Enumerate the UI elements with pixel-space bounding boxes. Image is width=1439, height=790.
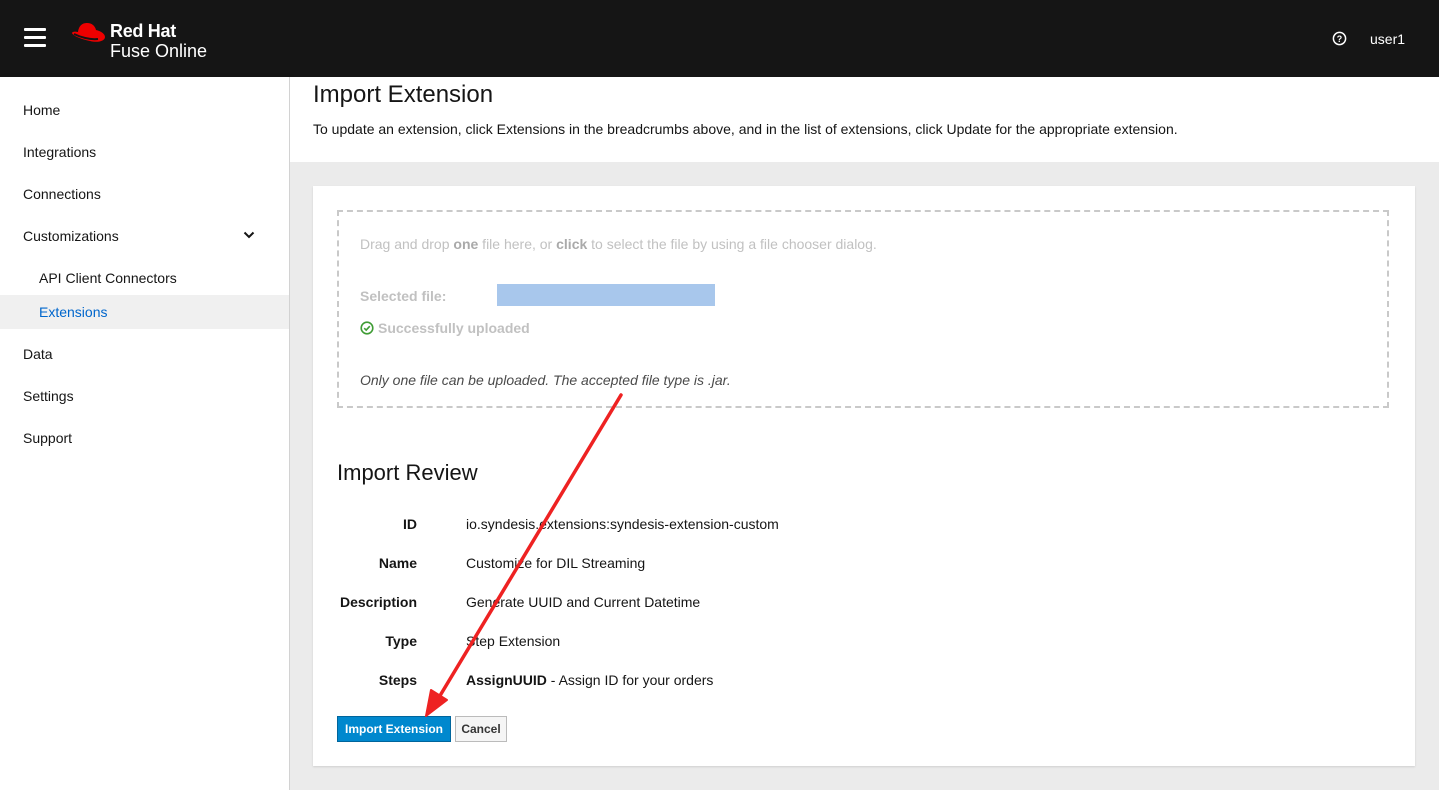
sidebar-item-label: Connections [23,186,101,202]
sidebar-item-label: API Client Connectors [39,270,177,286]
red-hat-fedora-icon [72,23,105,42]
sidebar-item-extensions[interactable]: Extensions [0,295,289,329]
file-type-note: Only one file can be uploaded. The accep… [360,372,731,388]
svg-text:?: ? [1337,34,1342,44]
review-description-label: Description [339,594,417,610]
sidebar-item-label: Support [23,430,73,446]
cancel-button[interactable]: Cancel [455,716,507,742]
product-name: Fuse Online [110,41,208,61]
page-title: Import Extension [313,81,494,108]
review-steps-label: Steps [378,672,417,688]
sidebar-item-settings[interactable]: Settings [0,379,289,413]
sidebar-item-api-client-connectors[interactable]: API Client Connectors [0,261,289,295]
sidebar-item-label: Integrations [23,144,97,160]
page-description: To update an extension, click Extensions… [313,121,1178,137]
import-review-title: Import Review [337,460,478,485]
selected-file-label: Selected file: [360,288,447,304]
step-name: AssignUUID [466,672,547,688]
review-name-value: Customize for DIL Streaming [466,555,646,571]
review-id-value: io.syndesis.extensions:syndesis-extensio… [466,516,779,532]
review-description-value: Generate UUID and Current Datetime [466,594,701,610]
sidebar-item-support[interactable]: Support [0,421,289,455]
page-header: Import Extension To update an extension,… [290,77,1439,162]
sidebar-item-label: Customizations [23,228,119,244]
user-menu[interactable]: user1 [1370,31,1405,47]
sidebar-item-data[interactable]: Data [0,337,289,371]
review-type-value: Step Extension [466,633,561,649]
masthead: Red Hat Fuse Online ? user1 [0,0,1439,77]
dropzone-instructions: Drag and drop one file here, or click to… [360,236,877,252]
sidebar-item-connections[interactable]: Connections [0,177,289,211]
sidebar-item-label: Home [23,102,61,118]
review-id-label: ID [403,516,417,532]
sidebar-item-integrations[interactable]: Integrations [0,135,289,169]
brand-name: Red Hat [110,21,176,41]
step-description: - Assign ID for your orders [546,672,714,688]
import-extension-button[interactable]: Import Extension [337,716,451,742]
check-circle-icon [360,321,374,335]
file-dropzone[interactable]: Drag and drop one file here, or click to… [337,210,1389,408]
sidebar-item-label: Data [23,346,53,362]
hamburger-icon[interactable] [24,28,46,48]
sidebar-item-label: Extensions [39,304,108,320]
sidebar-item-home[interactable]: Home [0,93,289,127]
review-steps-value: AssignUUID - Assign ID for your orders [466,672,713,688]
help-icon[interactable]: ? [1332,31,1347,46]
chevron-down-icon [243,231,255,239]
sidebar-item-customizations[interactable]: Customizations [0,219,289,253]
sidebar-nav: Home Integrations Connections Customizat… [0,77,290,790]
selected-file-name [497,284,715,306]
sidebar-item-label: Settings [23,388,74,404]
review-type-label: Type [385,633,417,649]
upload-success-message: Successfully uploaded [360,320,530,336]
review-name-label: Name [378,555,417,571]
success-text: Successfully uploaded [378,320,530,336]
